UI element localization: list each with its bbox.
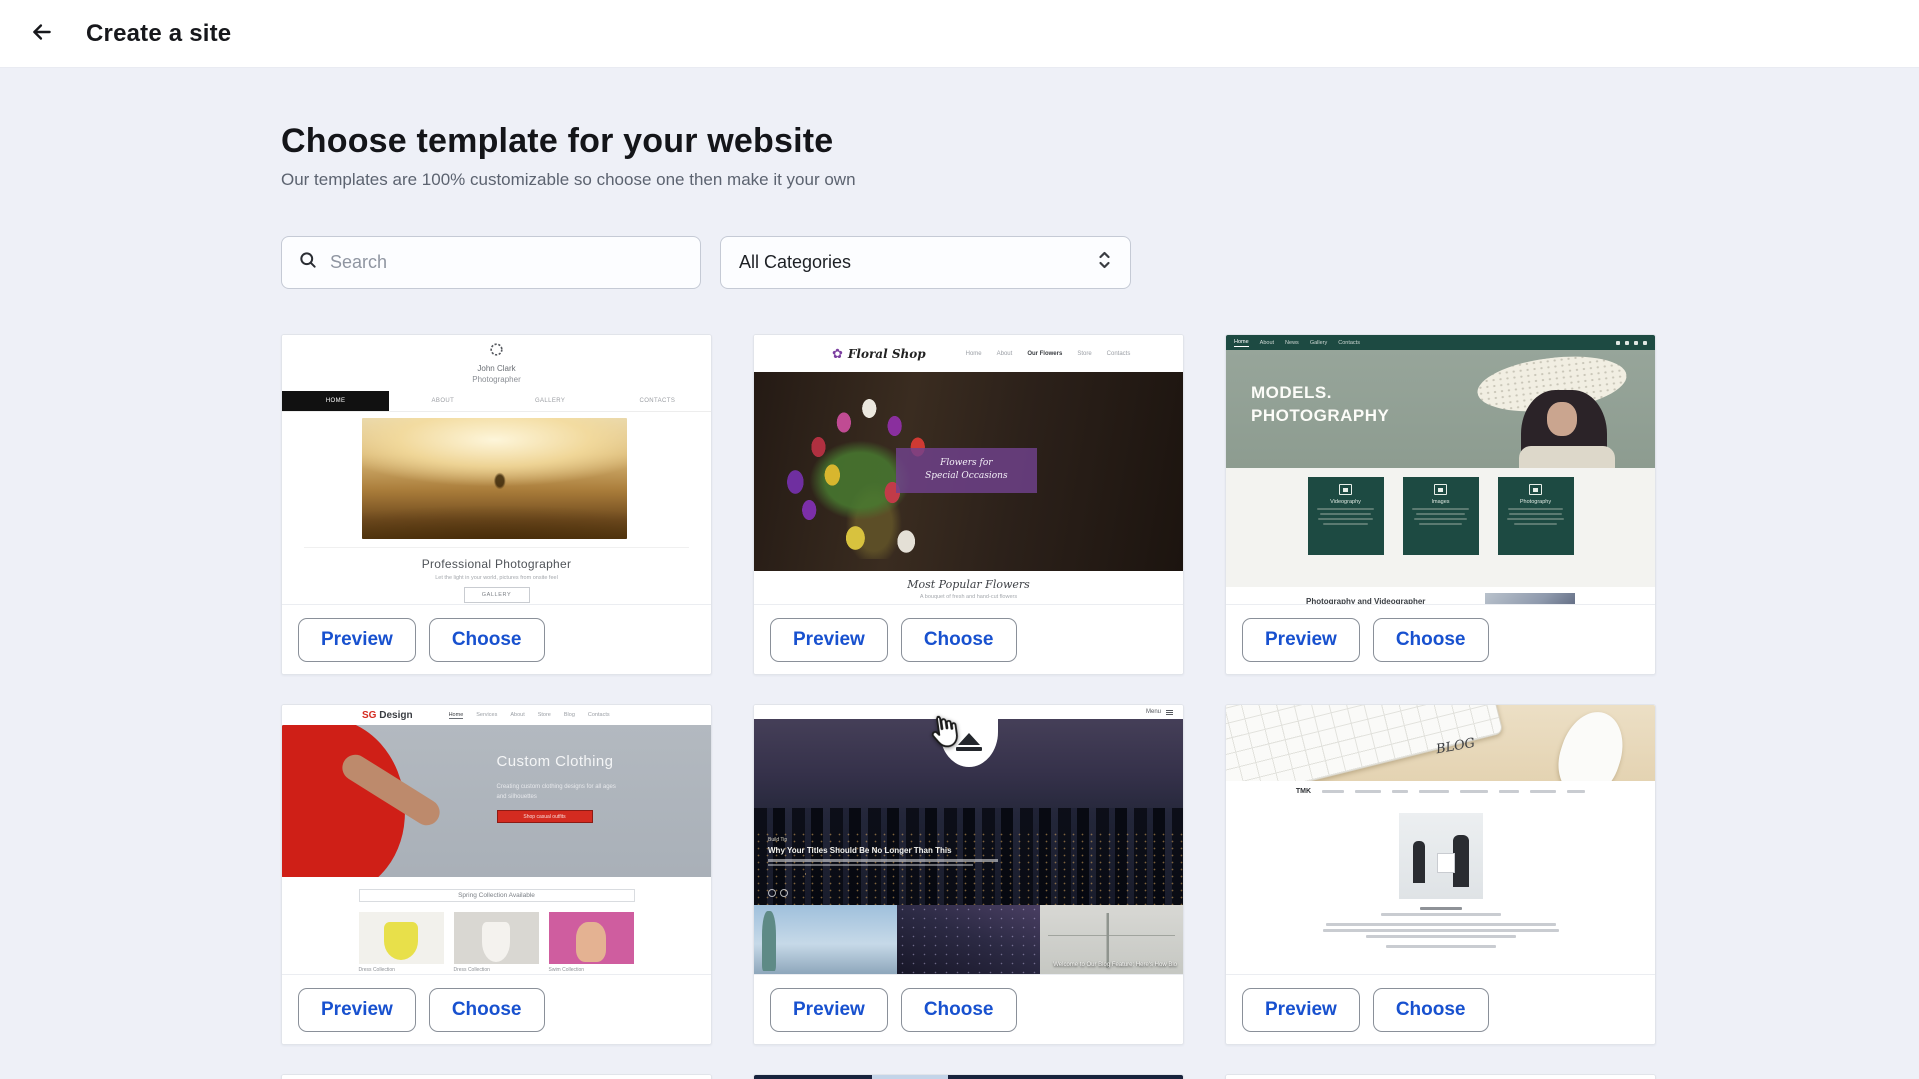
choose-button[interactable]: Choose bbox=[429, 988, 545, 1032]
feature-card: Photography bbox=[1498, 477, 1574, 555]
template-thumbnail-sg-design[interactable]: SG Design Home Services About Store Blog… bbox=[282, 705, 711, 974]
mini-hero-banner: Flowers for Special Occasions bbox=[896, 448, 1038, 494]
mini-hero-image: MODELS. PHOTOGRAPHY bbox=[1226, 350, 1655, 468]
preview-button[interactable]: Preview bbox=[298, 988, 416, 1032]
template-thumbnail-partial-2[interactable]: HOME BIO STORE ARTWORK CONTACTS bbox=[754, 1075, 1183, 1079]
mini-hero-title: Custom Clothing bbox=[497, 753, 616, 770]
search-box[interactable] bbox=[281, 236, 701, 289]
mini-hero-image: Custom Clothing Creating custom clothing… bbox=[282, 725, 711, 877]
template-thumbnail-partial-3[interactable]: HOME ABOUT KDC bbox=[1226, 1075, 1655, 1079]
mini-hero-image bbox=[362, 418, 627, 539]
template-card-floral-shop: ✿ Floral Shop Home About Our Flowers Sto… bbox=[753, 334, 1184, 675]
template-card-partial-3: HOME ABOUT KDC bbox=[1225, 1074, 1656, 1079]
choose-button[interactable]: Choose bbox=[901, 988, 1017, 1032]
preview-button[interactable]: Preview bbox=[1242, 988, 1360, 1032]
search-input[interactable] bbox=[330, 252, 684, 273]
mini-nav: HOME ABOUT GALLERY CONTACTS bbox=[282, 391, 711, 412]
section-subtitle: Our templates are 100% customizable so c… bbox=[281, 170, 1653, 190]
mini-brand-name: John Clark bbox=[477, 364, 515, 373]
template-grid: John Clark Photographer HOME ABOUT GALLE… bbox=[281, 334, 1653, 1079]
back-button[interactable] bbox=[24, 16, 60, 52]
choose-button[interactable]: Choose bbox=[1373, 618, 1489, 662]
top-bar: Create a site bbox=[0, 0, 1919, 68]
template-thumbnail-floral-shop[interactable]: ✿ Floral Shop Home About Our Flowers Sto… bbox=[754, 335, 1183, 604]
shutter-icon bbox=[489, 342, 504, 362]
mini-collection-strip: Spring Collection Available bbox=[359, 889, 635, 902]
mini-hero-title: MODELS. PHOTOGRAPHY bbox=[1251, 382, 1389, 428]
filter-controls: All Categories bbox=[281, 236, 1653, 289]
template-thumbnail-photographer[interactable]: John Clark Photographer HOME ABOUT GALLE… bbox=[282, 335, 711, 604]
mini-shop-button: Shop casual outfits bbox=[497, 810, 593, 823]
salon-photo bbox=[1399, 813, 1483, 899]
mini-nav: Main Page Specials About Contact bbox=[282, 1075, 711, 1079]
mini-tagline: Let the light in your world, pictures fr… bbox=[282, 575, 711, 581]
template-card-blog-keyboard: BLOG TMK bbox=[1225, 704, 1656, 1045]
mini-title: Professional Photographer bbox=[282, 557, 711, 571]
category-selected-value: All Categories bbox=[739, 252, 851, 273]
text-skeleton bbox=[1226, 907, 1655, 948]
template-card-partial-2: HOME BIO STORE ARTWORK CONTACTS bbox=[753, 1074, 1184, 1079]
mini-nav: Home Services About Store Blog Contacts bbox=[449, 712, 610, 719]
mini-nav: TMK bbox=[1226, 781, 1655, 801]
content: Choose template for your website Our tem… bbox=[281, 122, 1653, 1079]
page-header-title: Create a site bbox=[86, 20, 231, 48]
social-icons bbox=[1616, 341, 1647, 345]
chevron-up-down-icon bbox=[1097, 249, 1112, 276]
choose-button[interactable]: Choose bbox=[901, 618, 1017, 662]
product-thumb: Swim Collection bbox=[549, 912, 634, 973]
back-arrow-icon bbox=[29, 19, 55, 48]
mini-section-title: Most Popular Flowers bbox=[907, 578, 1030, 591]
template-card-photographer: John Clark Photographer HOME ABOUT GALLE… bbox=[281, 334, 712, 675]
template-thumbnail-partial-1[interactable]: Main Page Specials About Contact bbox=[282, 1075, 711, 1079]
template-thumbnail-models-photography[interactable]: Home About News Gallery Contacts MODELS.… bbox=[1226, 335, 1655, 604]
choose-button[interactable]: Choose bbox=[1373, 988, 1489, 1032]
preview-button[interactable]: Preview bbox=[770, 618, 888, 662]
mini-brand-role: Photographer bbox=[472, 375, 520, 384]
choose-button[interactable]: Choose bbox=[429, 618, 545, 662]
mini-gallery-button: GALLERY bbox=[464, 587, 530, 603]
template-card-models-photography: Home About News Gallery Contacts MODELS.… bbox=[1225, 334, 1656, 675]
mini-nav: HOME BIO STORE ARTWORK CONTACTS bbox=[754, 1075, 1183, 1079]
mini-brand-name: SG Design bbox=[362, 710, 413, 721]
preview-button[interactable]: Preview bbox=[770, 988, 888, 1032]
mini-hero-title: Why Your Titles Should Be No Longer Than… bbox=[768, 846, 1068, 855]
product-thumb: Dress Collection bbox=[359, 912, 444, 973]
carousel-arrows bbox=[768, 889, 788, 897]
hamburger-icon bbox=[1166, 710, 1173, 715]
flower-icon: ✿ bbox=[832, 347, 843, 360]
mini-hero-image: Build Tip Why Your Titles Should Be No L… bbox=[754, 719, 1183, 905]
night-sky-image bbox=[897, 905, 1040, 974]
preview-button[interactable]: Preview bbox=[298, 618, 416, 662]
image-icon bbox=[1434, 484, 1447, 495]
video-icon bbox=[1339, 484, 1352, 495]
mini-body-image bbox=[1485, 593, 1575, 604]
statue-of-liberty-image bbox=[754, 905, 897, 974]
preview-button[interactable]: Preview bbox=[1242, 618, 1360, 662]
mini-caption: Welcome to Our Blog Feature: Here's How … bbox=[1053, 962, 1177, 968]
mini-section-subtitle: A bouquet of fresh and hand-cut flowers bbox=[920, 594, 1017, 600]
mini-hero-image: BLOG bbox=[1226, 705, 1655, 781]
product-thumb: Dress Collection bbox=[454, 912, 539, 973]
template-thumbnail-blog-keyboard[interactable]: BLOG TMK bbox=[1226, 705, 1655, 974]
mini-hero-image: Flowers for Special Occasions bbox=[754, 372, 1183, 571]
category-select[interactable]: All Categories bbox=[720, 236, 1131, 289]
search-icon bbox=[298, 250, 318, 275]
mini-nav: Home About News Gallery Contacts bbox=[1226, 335, 1655, 350]
mini-brand-name: Floral Shop bbox=[848, 347, 926, 361]
mini-hero-subtitle: Creating custom clothing designs for all… bbox=[497, 783, 616, 802]
mini-nav: Home About Our Flowers Store Contacts bbox=[966, 351, 1131, 357]
template-card-travel-blog: Menu Build Tip Why Your Titles Should Be… bbox=[753, 704, 1184, 1045]
template-card-sg-design: SG Design Home Services About Store Blog… bbox=[281, 704, 712, 1045]
mouse-image bbox=[1549, 705, 1633, 781]
mini-menu-label: Menu bbox=[1146, 709, 1161, 715]
mini-kicker: Build Tip bbox=[768, 837, 1068, 843]
feature-card: Images bbox=[1403, 477, 1479, 555]
camera-icon bbox=[1529, 484, 1542, 495]
feature-card: Videography bbox=[1308, 477, 1384, 555]
mouse-cursor-hand-icon bbox=[924, 712, 963, 754]
template-thumbnail-travel-blog[interactable]: Menu Build Tip Why Your Titles Should Be… bbox=[754, 705, 1183, 974]
template-card-partial-1: Main Page Specials About Contact bbox=[281, 1074, 712, 1079]
section-title: Choose template for your website bbox=[281, 122, 1653, 161]
